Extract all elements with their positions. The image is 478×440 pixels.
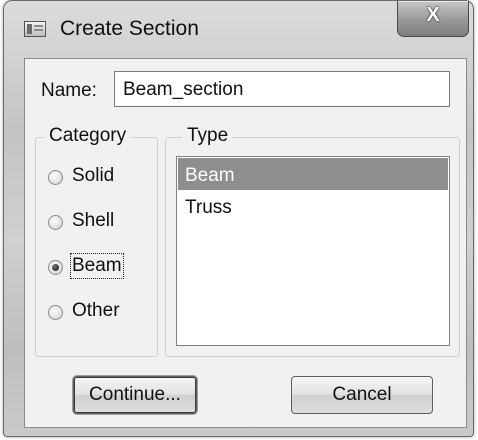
type-item-truss[interactable]: Truss (178, 190, 448, 222)
radio-button-selected[interactable] (48, 260, 63, 275)
radio-button[interactable] (48, 170, 63, 185)
type-legend: Type (182, 125, 234, 147)
radio-label: Shell (72, 210, 115, 231)
create-section-dialog: Create Section X Name: Beam_section Cate… (3, 0, 474, 437)
type-list[interactable]: Beam Truss (176, 156, 450, 346)
category-legend: Category (44, 125, 132, 147)
name-field[interactable]: Beam_section (114, 71, 450, 107)
title-bar[interactable]: Create Section X (4, 1, 473, 59)
radio-button[interactable] (48, 305, 63, 320)
name-label: Name: (41, 80, 97, 101)
dialog-title: Create Section (60, 17, 199, 40)
radio-label: Beam (70, 253, 124, 279)
type-group: Type Beam Truss (165, 125, 460, 357)
radio-label: Other (72, 300, 120, 321)
section-dialog-icon (24, 21, 46, 37)
category-group: Category Solid Shell Beam Other (35, 125, 158, 357)
dialog-body: Name: Beam_section Category Solid Shell … (24, 58, 467, 428)
close-button[interactable]: X (397, 1, 469, 37)
radio-button[interactable] (48, 215, 63, 230)
type-item-beam[interactable]: Beam (178, 158, 448, 190)
continue-button[interactable]: Continue... (73, 376, 197, 414)
close-icon: X (426, 4, 440, 26)
radio-label: Solid (72, 165, 115, 186)
cancel-button[interactable]: Cancel (291, 376, 433, 414)
